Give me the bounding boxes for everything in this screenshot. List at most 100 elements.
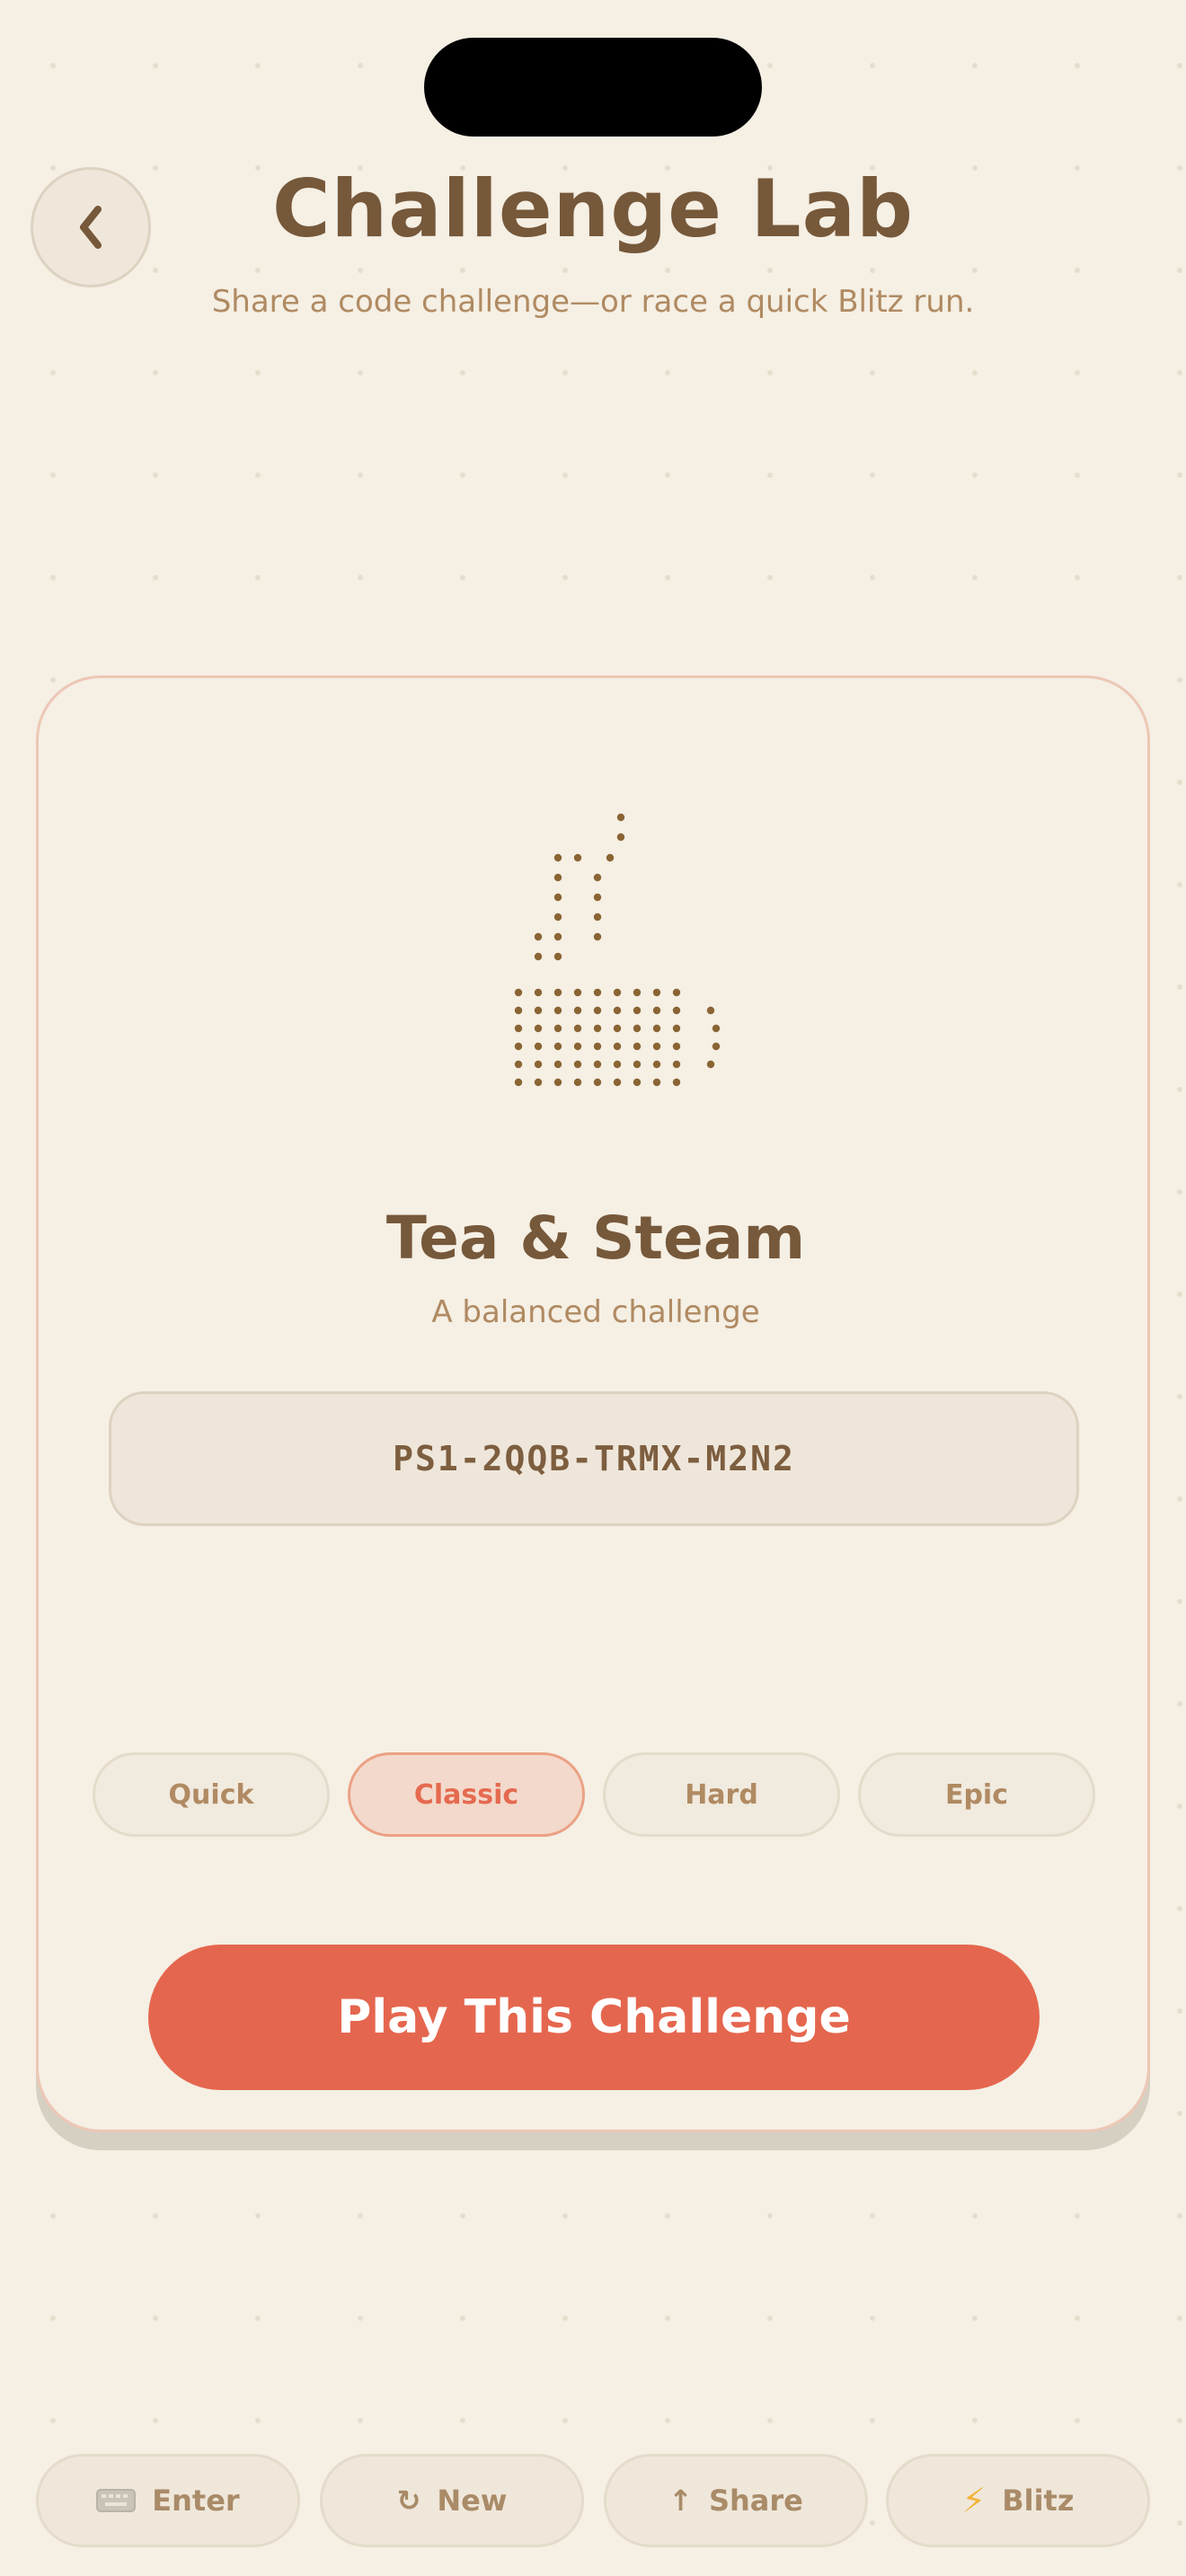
- tea-art-dot: [652, 1006, 661, 1015]
- tea-art-dot: [534, 1006, 543, 1015]
- tea-art-dot: [616, 833, 625, 842]
- tea-art-dot: [514, 988, 523, 997]
- difficulty-quick-button[interactable]: Quick: [93, 1752, 330, 1837]
- tea-art-dot: [613, 1078, 622, 1087]
- keyboard-icon: [96, 2489, 137, 2512]
- enter-button[interactable]: Enter: [36, 2454, 300, 2547]
- tea-art-dot: [672, 1006, 681, 1015]
- share-button-label: Share: [708, 2483, 803, 2518]
- tea-art-dot: [616, 813, 625, 822]
- tea-art-dot: [553, 913, 562, 922]
- tea-art-dot: [553, 932, 562, 941]
- challenge-subtitle: A balanced challenge: [431, 1294, 760, 1330]
- tea-art-dot: [672, 1042, 681, 1051]
- tea-art-dot: [672, 1024, 681, 1033]
- tea-art-dot: [573, 988, 582, 997]
- tea-art-dot: [514, 1078, 523, 1087]
- tea-art-dot: [514, 1024, 523, 1033]
- tea-art-dot: [553, 1042, 562, 1051]
- tea-art-dot: [573, 1042, 582, 1051]
- challenge-card: Tea & Steam A balanced challenge PS1-2QQ…: [36, 675, 1150, 2132]
- tea-art-dot: [573, 1006, 582, 1015]
- tea-art-dot: [652, 1060, 661, 1069]
- tea-art-dot: [672, 1060, 681, 1069]
- new-button-label: New: [437, 2483, 508, 2518]
- tea-art-dot: [593, 913, 602, 922]
- tea-art-dot: [534, 932, 543, 941]
- tea-art-dot: [593, 1078, 602, 1087]
- page-subtitle: Share a code challenge—or race a quick B…: [211, 284, 975, 320]
- tea-art-dot: [573, 1060, 582, 1069]
- device-notch: [424, 38, 762, 137]
- tea-art-dot: [633, 1006, 642, 1015]
- tea-art-dot: [534, 1060, 543, 1069]
- tea-art-dot: [613, 1006, 622, 1015]
- tea-art-dot: [633, 988, 642, 997]
- tea-art-dot: [593, 873, 602, 882]
- tea-art-dot: [514, 1042, 523, 1051]
- challenge-code-field[interactable]: PS1-2QQB-TRMX-M2N2: [109, 1391, 1079, 1526]
- tea-art-dot: [553, 1060, 562, 1069]
- tea-art-dot: [553, 1078, 562, 1087]
- arrow-up-icon: ↑: [668, 2483, 693, 2518]
- lightning-icon: ⚡: [961, 2481, 987, 2520]
- share-button[interactable]: ↑ Share: [604, 2454, 868, 2547]
- tea-art-dot: [573, 1078, 582, 1087]
- tea-art-dot: [553, 1024, 562, 1033]
- tea-art-dot: [672, 1078, 681, 1087]
- tea-cup-steam-icon: [514, 813, 721, 1087]
- tea-art-dot: [652, 1042, 661, 1051]
- play-challenge-button[interactable]: Play This Challenge: [148, 1945, 1040, 2090]
- tea-art-dot: [593, 893, 602, 902]
- tea-art-dot: [593, 1024, 602, 1033]
- blitz-button[interactable]: ⚡ Blitz: [886, 2454, 1150, 2547]
- tea-art-dot: [712, 1024, 721, 1033]
- tea-art-dot: [652, 1078, 661, 1087]
- tea-art-dot: [534, 1024, 543, 1033]
- tea-art-dot: [553, 988, 562, 997]
- refresh-icon: ↻: [396, 2483, 421, 2518]
- difficulty-hard-button[interactable]: Hard: [603, 1752, 840, 1837]
- difficulty-epic-button[interactable]: Epic: [858, 1752, 1095, 1837]
- tea-art-dot: [553, 952, 562, 961]
- tea-art-dot: [573, 853, 582, 862]
- tea-art-dot: [534, 952, 543, 961]
- new-button[interactable]: ↻ New: [320, 2454, 584, 2547]
- tea-art-dot: [593, 1042, 602, 1051]
- tea-art-dot: [553, 1006, 562, 1015]
- tea-art-dot: [652, 988, 661, 997]
- tea-art-dot: [593, 1006, 602, 1015]
- tea-art-dot: [633, 1042, 642, 1051]
- tea-art-dot: [514, 1006, 523, 1015]
- tea-art-dot: [534, 988, 543, 997]
- tea-art-dot: [553, 873, 562, 882]
- tea-art-dot: [613, 1060, 622, 1069]
- blitz-button-label: Blitz: [1002, 2483, 1075, 2518]
- challenge-title: Tea & Steam: [385, 1204, 806, 1273]
- enter-button-label: Enter: [152, 2483, 240, 2518]
- tea-art-dot: [633, 1060, 642, 1069]
- tea-art-dot: [606, 853, 615, 862]
- tea-art-dot: [534, 1042, 543, 1051]
- tea-art-dot: [706, 1006, 715, 1015]
- tea-art-dot: [514, 1060, 523, 1069]
- tea-art-dot: [553, 893, 562, 902]
- tea-art-dot: [534, 1078, 543, 1087]
- tea-art-dot: [593, 932, 602, 941]
- tea-art-dot: [706, 1060, 715, 1069]
- tea-art-dot: [593, 1060, 602, 1069]
- tea-art-dot: [712, 1042, 721, 1051]
- tea-art-dot: [633, 1024, 642, 1033]
- difficulty-classic-button[interactable]: Classic: [348, 1752, 585, 1837]
- tea-art-dot: [573, 1024, 582, 1033]
- tea-art-dot: [613, 1042, 622, 1051]
- tea-art-dot: [553, 853, 562, 862]
- tea-art-dot: [593, 988, 602, 997]
- tea-art-dot: [633, 1078, 642, 1087]
- difficulty-selector: Quick Classic Hard Epic: [93, 1752, 1095, 1837]
- tea-art-dot: [652, 1024, 661, 1033]
- tea-art-dot: [613, 988, 622, 997]
- tea-art-dot: [613, 1024, 622, 1033]
- page-title: Challenge Lab: [271, 163, 915, 255]
- tea-art-dot: [672, 988, 681, 997]
